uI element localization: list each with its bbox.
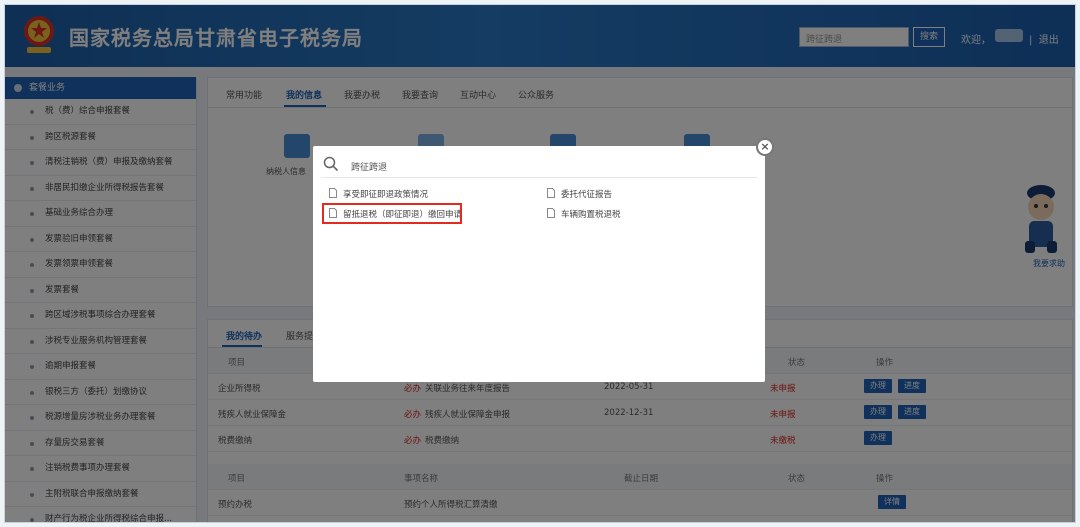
search-icon (323, 156, 339, 172)
search-result-item[interactable]: 车辆购置税退税 (547, 208, 621, 220)
result-label: 车辆购置税退税 (561, 210, 621, 220)
search-result-item[interactable]: 委托代征报告 (547, 188, 612, 200)
search-modal: 跨征跨退 享受即征即退政策情况 委托代征报告 留抵退税（即征即退）缴回申请 车辆… (313, 146, 765, 382)
modal-search-query[interactable]: 跨征跨退 (351, 160, 387, 173)
search-result-item[interactable]: 享受即征即退政策情况 (329, 188, 428, 200)
document-icon (547, 208, 555, 218)
modal-close-button[interactable]: × (756, 138, 774, 156)
result-label: 享受即征即退政策情况 (343, 190, 429, 200)
result-label: 委托代征报告 (561, 190, 613, 200)
document-icon (547, 188, 555, 198)
modal-search-bar[interactable]: 跨征跨退 (321, 152, 757, 178)
document-icon (329, 188, 337, 198)
red-highlight-box (322, 203, 462, 224)
